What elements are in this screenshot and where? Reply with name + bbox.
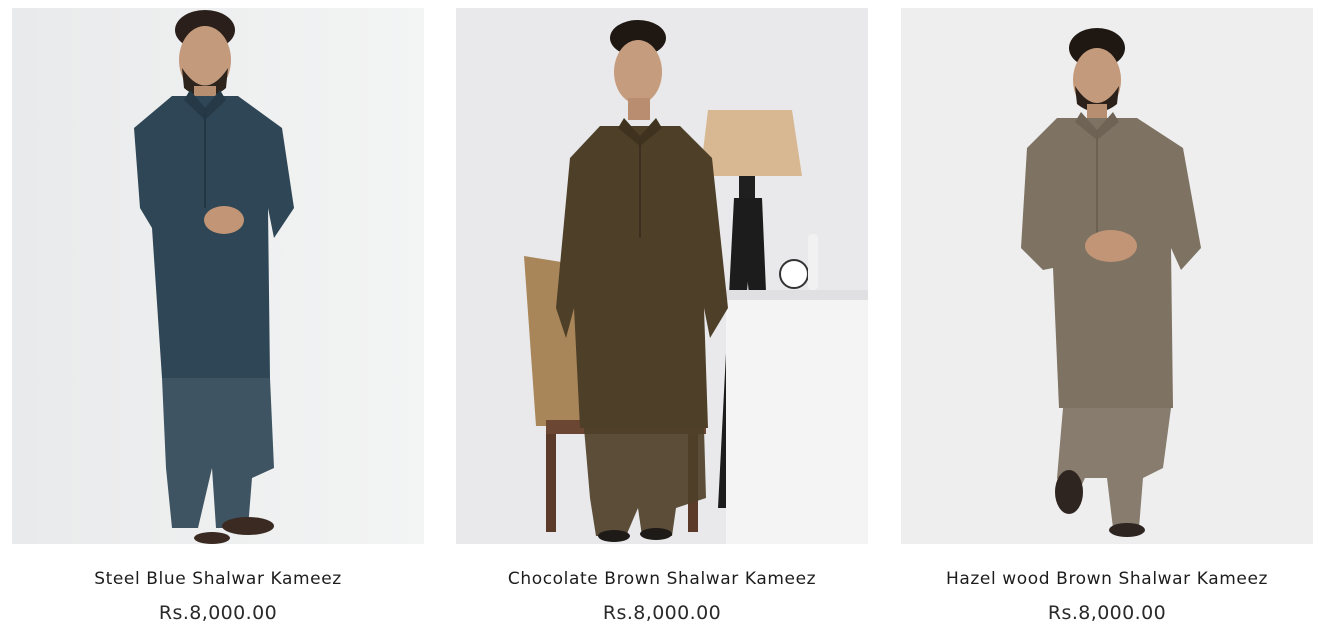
- product-price: Rs.8,000.00: [1047, 602, 1167, 624]
- product-image[interactable]: [456, 8, 868, 544]
- product-grid: Steel Blue Shalwar Kameez Rs.8,000.00 Ch…: [0, 0, 1321, 638]
- product-title[interactable]: Steel Blue Shalwar Kameez: [12, 569, 424, 589]
- product-title[interactable]: Chocolate Brown Shalwar Kameez: [456, 569, 868, 589]
- product-card[interactable]: Steel Blue Shalwar Kameez Rs.8,000.00: [12, 8, 424, 624]
- product-image[interactable]: [12, 8, 424, 544]
- model-photo-chocolate-brown: [456, 8, 868, 544]
- product-card[interactable]: Hazel wood Brown Shalwar Kameez Rs.8,000…: [901, 8, 1313, 624]
- model-photo-hazel-wood-brown: [901, 8, 1313, 544]
- model-photo-steel-blue: [12, 8, 424, 544]
- product-card[interactable]: Chocolate Brown Shalwar Kameez Rs.8,000.…: [456, 8, 868, 624]
- product-title[interactable]: Hazel wood Brown Shalwar Kameez: [901, 569, 1313, 589]
- product-image[interactable]: [901, 8, 1313, 544]
- product-price: Rs.8,000.00: [602, 602, 722, 624]
- product-price: Rs.8,000.00: [158, 602, 278, 624]
